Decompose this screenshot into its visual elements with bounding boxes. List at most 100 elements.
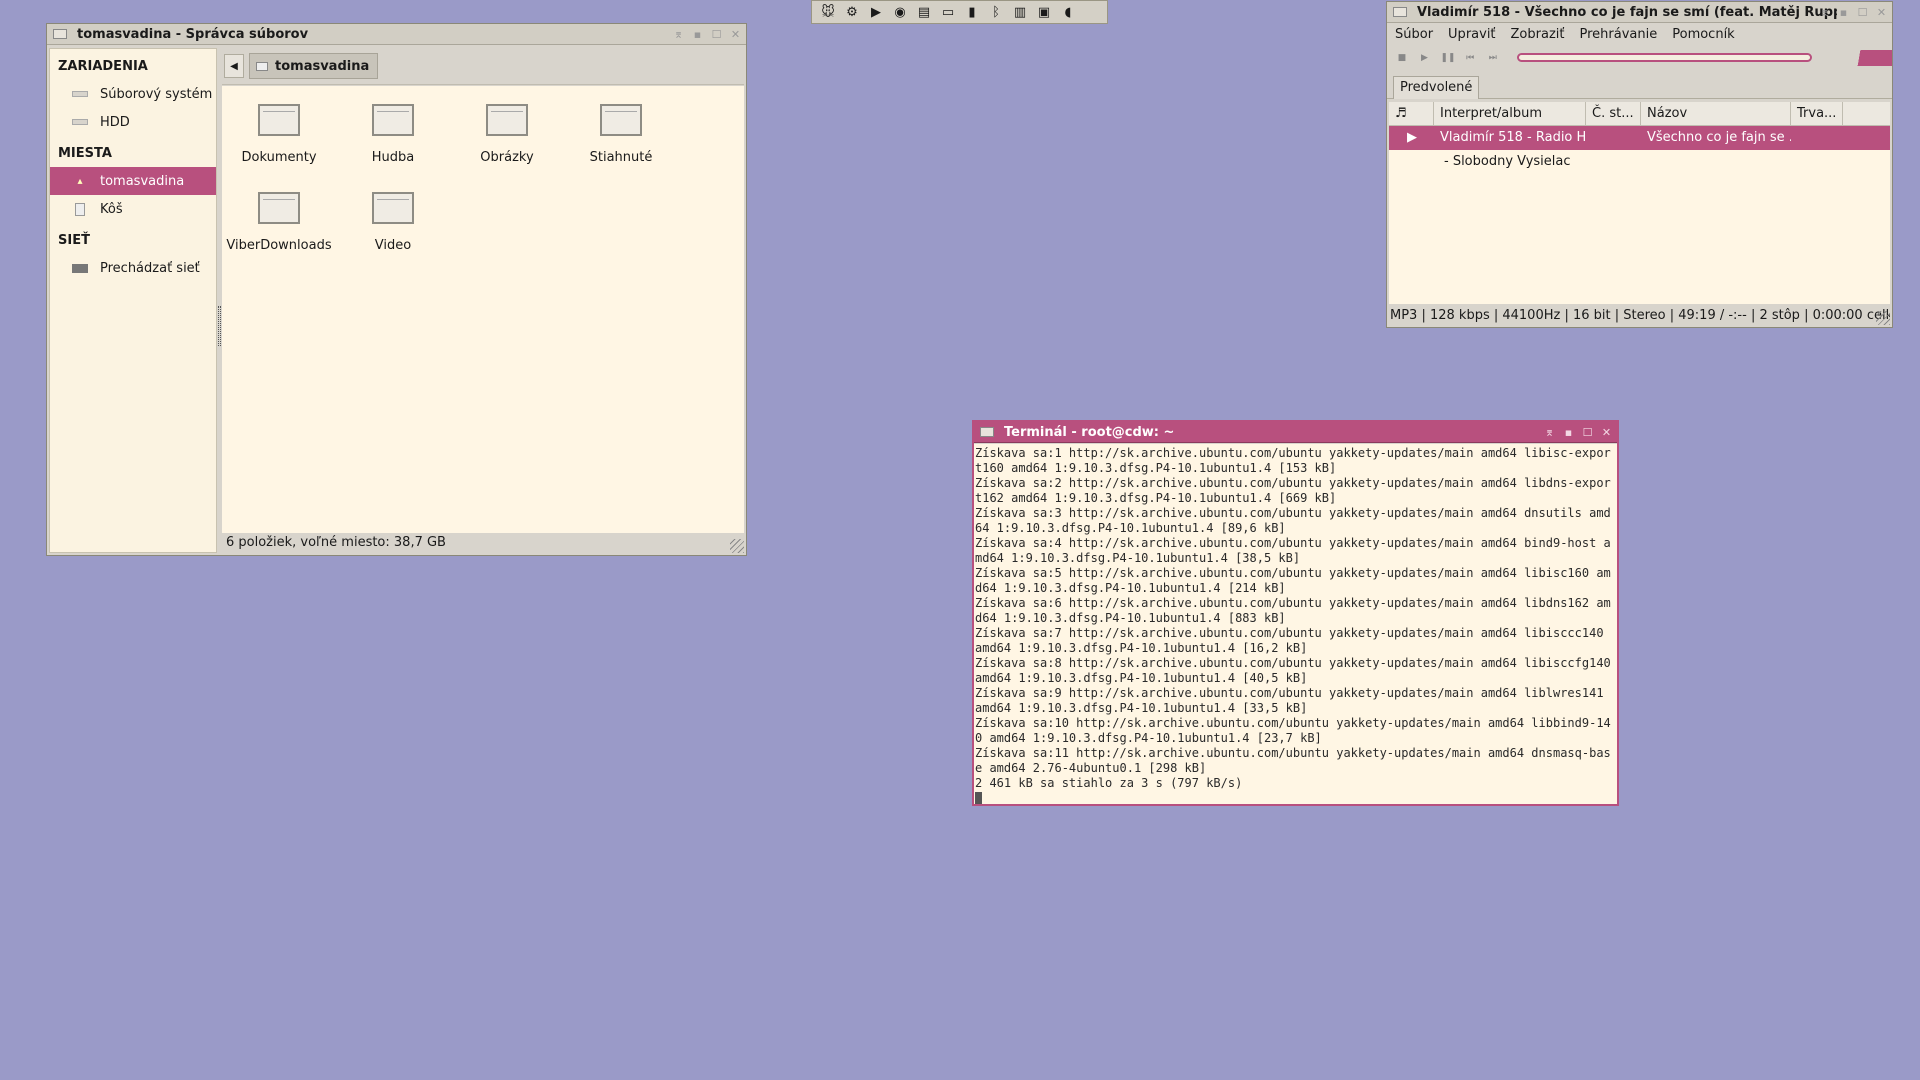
terminal-text: Získava sa:1 http://sk.archive.ubuntu.co… <box>975 446 1611 790</box>
seek-bar[interactable] <box>1516 53 1812 62</box>
thermometer-icon[interactable]: ▮ <box>962 2 982 22</box>
sidebar-item-hdd[interactable]: HDD <box>50 108 216 136</box>
folder-item[interactable]: Stiahnuté <box>564 104 678 165</box>
back-button[interactable]: ◀ <box>224 54 244 78</box>
stop-icon[interactable]: ■ <box>1395 53 1409 63</box>
column-duration[interactable]: Trva... <box>1791 102 1843 125</box>
tab-default[interactable]: Predvolené <box>1393 76 1480 99</box>
network-icon <box>72 263 88 273</box>
breadcrumb[interactable]: tomasvadina <box>249 53 379 79</box>
playing-indicator <box>1389 150 1434 174</box>
folder-icon <box>256 61 268 71</box>
folder-item[interactable]: Hudba <box>336 104 450 165</box>
maximize-icon[interactable]: ☐ <box>1854 4 1871 20</box>
file-view[interactable]: Dokumenty Hudba Obrázky Stiahnuté ViberD… <box>222 86 744 533</box>
playlist-header: ♬ Interpret/album Č. st... Názov Trva... <box>1389 102 1890 126</box>
row-artist: Vladimír 518 - Radio H... <box>1440 130 1586 145</box>
media-play-icon[interactable]: ▶ <box>866 2 886 22</box>
window-menu-icon[interactable] <box>980 427 994 437</box>
column-title[interactable]: Názov <box>1641 102 1791 125</box>
minimize-icon[interactable]: ▪ <box>689 26 706 42</box>
folder-label: Hudba <box>371 150 415 165</box>
pane-splitter[interactable] <box>218 306 221 346</box>
maximize-icon[interactable]: ☐ <box>708 26 725 42</box>
home-icon: ▴ <box>77 176 83 187</box>
folder-item[interactable]: Video <box>336 192 450 253</box>
resize-grip[interactable] <box>730 539 744 553</box>
terminal-output[interactable]: Získava sa:1 http://sk.archive.ubuntu.co… <box>974 444 1617 804</box>
row-track-number <box>1586 126 1641 150</box>
file-manager-titlebar[interactable]: tomasvadina - Správca súborov ⌆ ▪ ☐ ✕ <box>47 24 746 45</box>
files-icon[interactable]: ▤ <box>914 2 934 22</box>
terminal-title: Terminál - root@cdw: ~ <box>1004 424 1175 440</box>
folder-label: Dokumenty <box>241 150 317 165</box>
folder-icon <box>258 192 300 224</box>
battery-icon[interactable]: ▣ <box>1034 2 1054 22</box>
maximize-icon[interactable]: ☐ <box>1579 424 1596 440</box>
menu-file[interactable]: Súbor <box>1395 27 1433 42</box>
minimize-icon[interactable]: ▪ <box>1560 424 1577 440</box>
sidebar-item-trash[interactable]: Kôš <box>50 195 216 223</box>
player-titlebar[interactable]: Vladimír 518 - Všechno co je fajn se smí… <box>1387 2 1892 23</box>
row-title: Všechno co je fajn se ... <box>1647 130 1791 145</box>
column-playing[interactable]: ♬ <box>1389 102 1434 125</box>
folder-icon <box>372 104 414 136</box>
music-player-window[interactable]: Vladimír 518 - Všechno co je fajn se smí… <box>1386 1 1893 328</box>
volume-icon[interactable]: ◖ <box>1058 2 1078 22</box>
playlist[interactable]: ♬ Interpret/album Č. st... Názov Trva...… <box>1389 102 1890 304</box>
playlist-row[interactable]: - Slobodny Vysielac <box>1389 150 1890 174</box>
menu-help[interactable]: Pomocník <box>1672 27 1734 42</box>
sidebar-item-home[interactable]: ▴ tomasvadina <box>50 167 216 195</box>
sidebar-item-label: Prechádzať sieť <box>100 260 200 276</box>
file-manager-title: tomasvadina - Správca súborov <box>77 26 309 42</box>
window-menu-icon[interactable] <box>53 29 67 39</box>
folder-icon <box>486 104 528 136</box>
trash-icon <box>75 202 85 216</box>
resize-grip[interactable] <box>1876 311 1890 325</box>
terminal-window[interactable]: Terminál - root@cdw: ~ ⌆ ▪ ☐ ✕ Získava s… <box>972 420 1619 806</box>
play-icon[interactable]: ▶ <box>1418 53 1432 63</box>
file-manager-window[interactable]: tomasvadina - Správca súborov ⌆ ▪ ☐ ✕ ZA… <box>46 23 747 556</box>
status-bar: 6 položiek, voľné miesto: 38,7 GB <box>222 533 744 553</box>
row-artist: - Slobodny Vysielac <box>1444 154 1571 169</box>
pin-icon[interactable]: ⌆ <box>670 26 687 42</box>
folder-item[interactable]: Dokumenty <box>222 104 336 165</box>
window-icon[interactable]: ▭ <box>938 2 958 22</box>
player-title: Vladimír 518 - Všechno co je fajn se smí… <box>1417 4 1837 20</box>
sidebar-item-label: tomasvadina <box>100 173 185 189</box>
sidebar-item-browse-network[interactable]: Prechádzať sieť <box>50 254 216 282</box>
next-icon[interactable]: ⏭ <box>1486 53 1500 63</box>
breadcrumb-label: tomasvadina <box>275 58 370 74</box>
drive-icon <box>72 91 88 97</box>
folder-icon <box>258 104 300 136</box>
settings-icon[interactable]: ⚙ <box>842 2 862 22</box>
window-menu-icon[interactable] <box>1393 7 1407 17</box>
column-artist[interactable]: Interpret/album <box>1434 102 1586 125</box>
whisker-menu-icon[interactable]: 🐭 <box>818 2 838 22</box>
pin-icon[interactable]: ⌆ <box>1541 424 1558 440</box>
close-icon[interactable]: ✕ <box>727 26 744 42</box>
volume-slider[interactable] <box>1825 49 1893 66</box>
bluetooth-icon[interactable]: ᛒ <box>986 2 1006 22</box>
folder-icon <box>600 104 642 136</box>
close-icon[interactable]: ✕ <box>1598 424 1615 440</box>
playlist-tabs: Predvolené <box>1387 69 1892 99</box>
folder-icon <box>372 192 414 224</box>
pin-icon[interactable]: ⌆ <box>1816 4 1833 20</box>
column-track-number[interactable]: Č. st... <box>1586 102 1641 125</box>
menu-playback[interactable]: Prehrávanie <box>1580 27 1658 42</box>
previous-icon[interactable]: ⏮ <box>1463 53 1477 63</box>
terminal-titlebar[interactable]: Terminál - root@cdw: ~ ⌆ ▪ ☐ ✕ <box>974 422 1617 443</box>
sidebar-item-label: Súborový systém <box>100 86 213 102</box>
folder-item[interactable]: ViberDownloads <box>222 192 336 253</box>
menu-edit[interactable]: Upraviť <box>1448 27 1495 42</box>
folder-item[interactable]: Obrázky <box>450 104 564 165</box>
playlist-row[interactable]: ▶ Vladimír 518 - Radio H... Všechno co j… <box>1389 126 1890 150</box>
close-icon[interactable]: ✕ <box>1873 4 1890 20</box>
menu-view[interactable]: Zobraziť <box>1511 27 1565 42</box>
network-monitor-icon[interactable]: ▥ <box>1010 2 1030 22</box>
browser-icon[interactable]: ◉ <box>890 2 910 22</box>
sidebar-item-filesystem[interactable]: Súborový systém <box>50 80 216 108</box>
pause-icon[interactable]: ❚❚ <box>1440 53 1455 63</box>
minimize-icon[interactable]: ▪ <box>1835 4 1852 20</box>
